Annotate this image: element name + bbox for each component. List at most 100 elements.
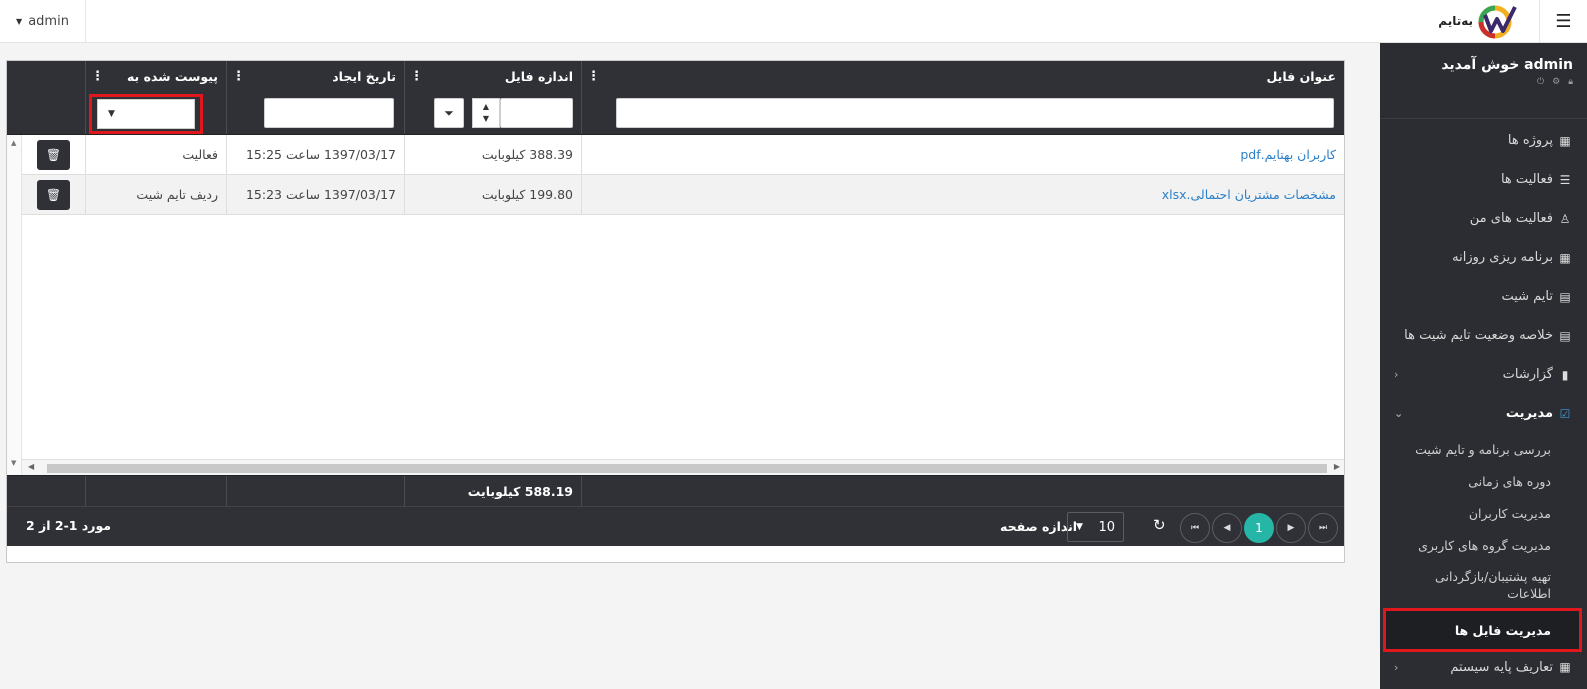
sidebar-item-management[interactable]: ☑ مدیریت ⌄	[1380, 394, 1587, 433]
subitem-periods[interactable]: دوره های زمانی	[1380, 465, 1587, 497]
next-icon: ▶	[1287, 523, 1295, 533]
column-header-date[interactable]: تاریخ ایجاد ⋮	[226, 61, 404, 92]
sidebar-item-daily-planning[interactable]: ▦ برنامه ریزی روزانه	[1380, 238, 1587, 277]
date-filter-input[interactable]	[264, 98, 394, 128]
sidebar-item-projects[interactable]: ▦ پروژه ها	[1380, 121, 1587, 160]
grid-icon: ▦	[1559, 660, 1571, 674]
first-page-icon: ⏭	[1318, 523, 1328, 533]
logo: به‌تایم	[1438, 2, 1521, 40]
table-row: مشخصات مشتریان احتمالی.xlsx 199.80 کیلوب…	[7, 175, 1344, 215]
cell-title: کاربران بهتایم.pdf	[581, 135, 1344, 174]
chevron-down-icon: ⌄	[1394, 407, 1404, 420]
filter-size-cell: ▲ ▼ ⏷	[404, 92, 581, 134]
vertical-scrollbar[interactable]: ▲ ▼	[7, 135, 22, 475]
horizontal-scrollbar[interactable]: ◀ ▶	[22, 459, 1344, 475]
column-menu-icon[interactable]: ⋮	[91, 70, 104, 83]
prev-icon: ◀	[1223, 523, 1231, 533]
scroll-right-icon[interactable]: ▶	[1334, 462, 1340, 471]
size-filter-button[interactable]: ⏷	[434, 98, 464, 128]
subitem-label: دوره های زمانی	[1468, 473, 1551, 489]
caret-up-icon[interactable]: ▲	[483, 101, 489, 113]
subitem-users[interactable]: مدیریت کاربران	[1380, 497, 1587, 529]
sidebar-item-activities[interactable]: ☰ فعالیت ها	[1380, 160, 1587, 199]
sidebar-item-label: فعالیت های من	[1469, 211, 1553, 226]
page-size-select[interactable]: ▼ 10	[1067, 512, 1124, 542]
delete-button[interactable]: 🗑︎	[37, 179, 70, 210]
column-menu-icon[interactable]: ⋮	[410, 70, 423, 83]
subitem-file-management[interactable]: مدیریت فایل ها	[1383, 608, 1582, 652]
last-page-icon: ⏮	[1190, 523, 1200, 533]
first-page-button[interactable]: ⏭	[1308, 513, 1338, 543]
column-date-label: تاریخ ایجاد	[332, 69, 396, 84]
file-link[interactable]: مشخصات مشتریان احتمالی.xlsx	[1162, 187, 1336, 202]
files-grid: عنوان فایل ⋮ اندازه فایل ⋮ تاریخ ایجاد ⋮…	[6, 60, 1345, 563]
gear-icon[interactable]: ⚙	[1552, 77, 1560, 87]
size-spinner[interactable]: ▲ ▼	[472, 98, 500, 128]
top-bar: ▼ admin به‌تایم ☰	[0, 0, 1587, 43]
attached-filter-highlight: ▼	[89, 94, 203, 134]
total-size: 588.19 کیلوبایت	[404, 476, 581, 506]
page-button-current[interactable]: 1	[1244, 513, 1274, 543]
sidebar-item-timesheet-summary[interactable]: ▤ خلاصه وضعیت تایم شیت ها	[1380, 316, 1587, 355]
filter-row: ▲ ▼ ⏷ ▼	[7, 92, 1344, 135]
cell-title: مشخصات مشتریان احتمالی.xlsx	[581, 175, 1344, 214]
next-page-button[interactable]: ◀	[1212, 513, 1242, 543]
user-menu[interactable]: ▼ admin	[0, 0, 86, 42]
last-page-button[interactable]: ⏮	[1180, 513, 1210, 543]
sidebar-item-label: فعالیت ها	[1500, 172, 1553, 187]
hamburger-menu-button[interactable]: ☰	[1539, 0, 1587, 42]
caret-down-icon[interactable]: ▼	[483, 113, 489, 125]
page-size-value: 10	[1098, 519, 1115, 535]
sidebar-item-timesheet[interactable]: ▤ تایم شیت	[1380, 277, 1587, 316]
column-size-label: اندازه فایل	[504, 69, 573, 84]
column-header-attached[interactable]: پیوست شده به ⋮	[85, 61, 226, 92]
trash-icon: 🗑︎	[45, 187, 62, 202]
table-row: کاربران بهتایم.pdf 388.39 کیلوبایت 1397/…	[7, 135, 1344, 175]
file-icon: ▮	[1561, 367, 1569, 382]
cell-actions: 🗑︎	[22, 135, 85, 174]
attached-filter-dropdown[interactable]: ▼	[97, 99, 195, 129]
sidebar-item-reports[interactable]: ▮ گزارشات ‹	[1380, 355, 1587, 394]
record-range: مورد 1-2 از 2	[26, 518, 112, 533]
filter-actions-cell	[22, 92, 85, 134]
scroll-thumb[interactable]	[47, 464, 1327, 473]
sidebar-item-label: پروژه ها	[1507, 133, 1553, 148]
caret-down-icon: ▼	[16, 16, 23, 26]
calendar-icon: ▤	[1559, 289, 1571, 304]
scroll-up-icon[interactable]: ▲	[11, 139, 16, 147]
column-attached-label: پیوست شده به	[126, 69, 218, 84]
filter-title-cell	[581, 92, 1344, 134]
cell-date: 1397/03/17 ساعت 15:23	[226, 175, 404, 214]
size-filter-input[interactable]	[500, 98, 573, 128]
scroll-down-icon[interactable]: ▼	[11, 459, 16, 467]
table-icon: ▦	[1559, 250, 1571, 265]
scroll-left-icon[interactable]: ◀	[28, 462, 34, 471]
page-buttons: ⏮ ◀ 1 ▶ ⏭	[1180, 513, 1338, 543]
prev-page-button[interactable]: ▶	[1276, 513, 1306, 543]
subitem-user-groups[interactable]: مدیریت گروه های کاربری	[1380, 529, 1587, 561]
sidebar-item-base-definitions[interactable]: ▦ تعاریف پایه سیستم ‹	[1380, 651, 1587, 683]
subitem-label: تهیه پشتیبان/بازگردانی اطلاعات	[1435, 569, 1551, 601]
cell-date: 1397/03/17 ساعت 15:25	[226, 135, 404, 174]
delete-button[interactable]: 🗑︎	[37, 139, 70, 170]
list-icon: ▤	[1559, 328, 1571, 343]
file-link[interactable]: کاربران بهتایم.pdf	[1240, 147, 1336, 162]
column-menu-icon[interactable]: ⋮	[587, 70, 600, 83]
column-menu-icon[interactable]: ⋮	[232, 70, 245, 83]
title-filter-input[interactable]	[616, 98, 1334, 128]
subitem-backup[interactable]: تهیه پشتیبان/بازگردانی اطلاعات	[1380, 561, 1587, 609]
welcome-panel: admin خوش آمدید 🔒︎ ⚙ ⏻	[1380, 43, 1587, 119]
sidebar-item-my-activities[interactable]: ♙ فعالیت های من	[1380, 199, 1587, 238]
power-icon[interactable]: ⏻	[1537, 77, 1544, 87]
sidebar-item-label: تعاریف پایه سیستم	[1450, 659, 1553, 675]
pager: مورد 1-2 از 2 اندازه صفحه ▼ 10 ↻ ⏮ ◀ 1 ▶…	[7, 506, 1344, 546]
column-header-size[interactable]: اندازه فایل ⋮	[404, 61, 581, 92]
caret-down-icon: ▼	[108, 109, 115, 119]
logo-text: به‌تایم	[1438, 14, 1473, 28]
column-header-title[interactable]: عنوان فایل ⋮	[581, 61, 1344, 92]
refresh-icon[interactable]: ↻	[1153, 516, 1166, 534]
trash-icon: 🗑︎	[45, 147, 62, 162]
subitem-plan-review[interactable]: بررسی برنامه و تایم شیت	[1380, 433, 1587, 465]
check-square-icon: ☑	[1559, 406, 1571, 421]
lock-icon[interactable]: 🔒︎	[1568, 77, 1573, 87]
